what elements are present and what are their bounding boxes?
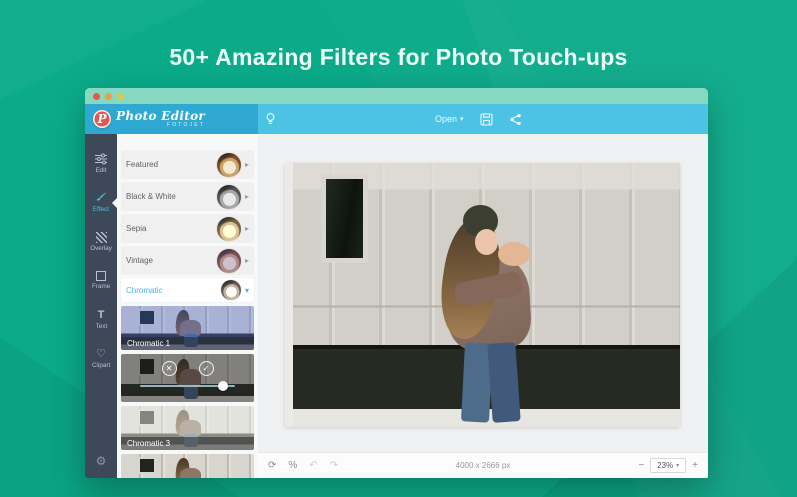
filter-thumbnail-chromatic-1[interactable]: Chromatic 1 [121,306,254,350]
edit-sliders-icon [95,153,107,165]
filter-category-sepia[interactable]: Sepia ▸ [121,214,254,243]
category-label: Featured [126,160,159,169]
settings-gear-icon[interactable]: ⚙ [85,454,117,468]
text-tool-icon: T [97,308,105,321]
logo-monogram-icon: P [93,110,111,128]
editor-canvas[interactable] [258,134,708,452]
filter-category-vintage[interactable]: Vintage ▸ [121,246,254,275]
status-bar: ⟳ % ↶ ↷ 4000 x 2666 px − 23% ▾ + [258,452,708,478]
chevron-right-icon: ▸ [244,224,249,233]
category-label: Sepia [126,224,147,233]
overlay-hatch-icon [95,231,107,243]
brand-subname: FOTOJET [166,122,206,128]
filter-category-black-white[interactable]: Black & White ▸ [121,182,254,211]
zoom-level-value: 23% [657,461,674,470]
chevron-right-icon: ▸ [244,160,249,169]
app-window: P Photo Editor FOTOJET Open ▾ Edit Effec… [85,88,708,478]
window-close-button[interactable] [93,92,100,100]
tool-sidebar: Edit Effect Overlay Frame T Text ♡ Clipa… [85,134,117,478]
share-icon[interactable] [509,113,522,126]
sidebar-item-label: Overlay [90,244,112,252]
sidebar-item-label: Clipart [91,361,111,369]
chevron-down-icon: ▾ [676,462,680,469]
filter-category-featured[interactable]: Featured ▸ [121,150,254,179]
filter-preview-thumbnail [216,248,241,273]
filter-thumbnail-chromatic-4[interactable] [121,454,254,478]
window-minimize-button[interactable] [105,92,112,100]
window-zoom-button[interactable] [117,92,124,100]
page-title: 50+ Amazing Filters for Photo Touch-ups [169,44,628,70]
filter-category-chromatic-expanded[interactable]: Chromatic ▾ [121,278,254,302]
filter-panel: Featured ▸ Black & White ▸ Sepia ▸ Vinta… [117,134,258,478]
filter-thumbnail-chromatic-3[interactable]: Chromatic 3 [121,406,254,450]
sidebar-item-label: Edit [95,167,107,174]
zoom-out-button[interactable]: − [638,460,644,471]
heart-icon: ♡ [96,347,106,360]
sidebar-item-clipart[interactable]: ♡ Clipart [85,339,117,378]
open-button-label: Open [435,114,458,124]
effect-brush-icon [95,192,107,204]
thumbnail-label: Chromatic 1 [121,337,254,350]
sidebar-item-text[interactable]: T Text [85,300,117,339]
zoom-level-dropdown[interactable]: 23% ▾ [650,458,687,473]
compare-icon[interactable]: % [288,460,297,471]
zoom-in-button[interactable]: + [692,460,698,471]
filter-thumbnail-chromatic-2-selected[interactable]: ✕ ✓ [121,354,254,402]
photo-subject [498,242,530,266]
chevron-down-icon: ▾ [244,285,249,295]
chevron-down-icon: ▾ [460,115,464,123]
filter-intensity-slider[interactable] [139,381,236,391]
filter-preview-thumbnail [216,216,241,241]
photo-edge [285,163,293,427]
chevron-right-icon: ▸ [244,256,249,265]
sidebar-item-frame[interactable]: Frame [85,261,117,300]
undo-icon[interactable]: ↶ [309,460,317,471]
sidebar-item-edit[interactable]: Edit [85,144,117,183]
open-button[interactable]: Open ▾ [435,114,464,124]
category-label: Vintage [126,256,153,265]
category-label: Chromatic [126,285,163,295]
app-toolbar: P Photo Editor FOTOJET Open ▾ [85,104,708,134]
cancel-filter-button[interactable]: ✕ [161,361,177,376]
sidebar-item-overlay[interactable]: Overlay [85,222,117,261]
sidebar-item-label: Frame [91,283,111,290]
sidebar-item-label: Text [95,322,107,330]
thumbnail-label: Chromatic 3 [121,437,254,450]
save-icon[interactable] [479,112,493,126]
tips-lightbulb-icon[interactable] [264,112,277,126]
sidebar-item-effect[interactable]: Effect [85,183,117,222]
thumbnail-preview [121,454,254,478]
brand-name: Photo Editor [116,109,206,123]
reset-icon[interactable]: ⟳ [268,460,276,471]
filter-preview-thumbnail [220,280,241,300]
redo-icon[interactable]: ↷ [330,460,338,471]
window-titlebar [85,88,708,104]
chevron-right-icon: ▸ [244,192,249,201]
frame-square-icon [96,271,106,281]
category-label: Black & White [126,192,176,201]
filter-preview-thumbnail [216,184,241,209]
app-logo: P Photo Editor FOTOJET [85,104,258,134]
photo-window-detail [320,173,368,264]
active-tab-arrow [107,197,117,208]
edited-photo [285,163,680,427]
apply-filter-button[interactable]: ✓ [198,361,214,376]
filter-preview-thumbnail [216,152,241,177]
